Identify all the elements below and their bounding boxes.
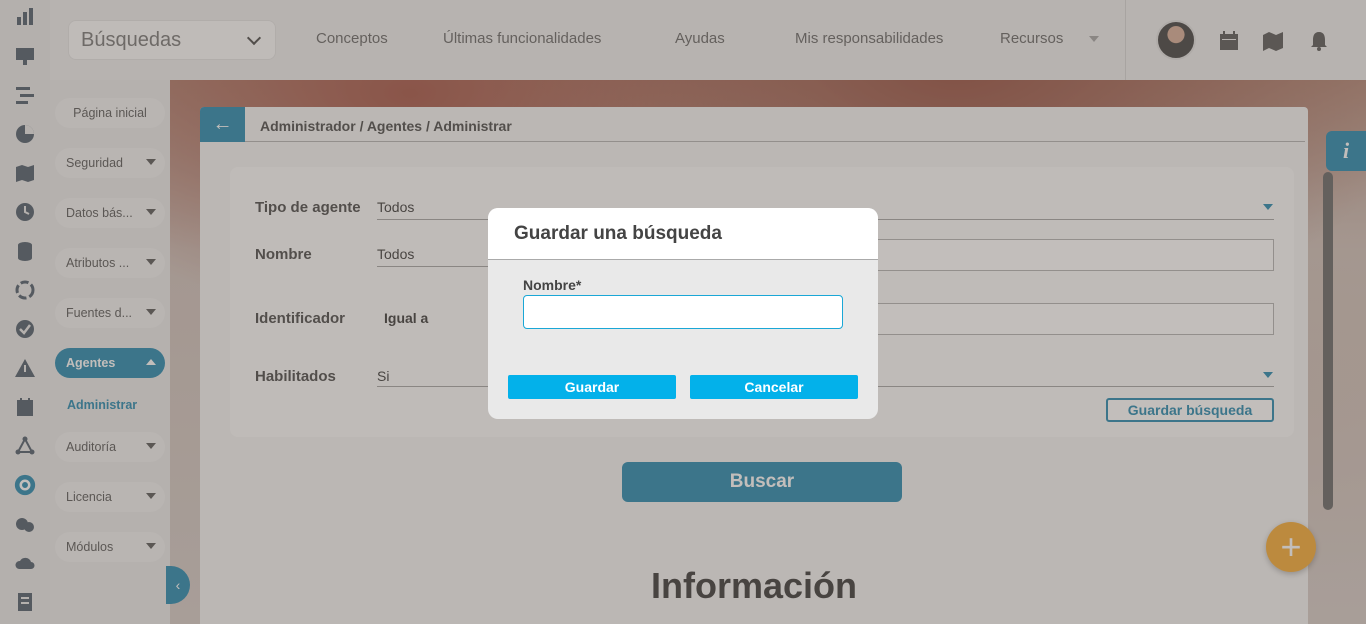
name-input[interactable] <box>523 295 843 329</box>
cancel-button[interactable]: Cancelar <box>690 375 858 399</box>
save-search-dialog: Guardar una búsqueda Nombre* Guardar Can… <box>488 208 878 419</box>
dialog-title: Guardar una búsqueda <box>514 223 722 244</box>
dialog-header: Guardar una búsqueda <box>488 208 878 260</box>
save-button[interactable]: Guardar <box>508 375 676 399</box>
name-field-label: Nombre* <box>523 277 582 293</box>
